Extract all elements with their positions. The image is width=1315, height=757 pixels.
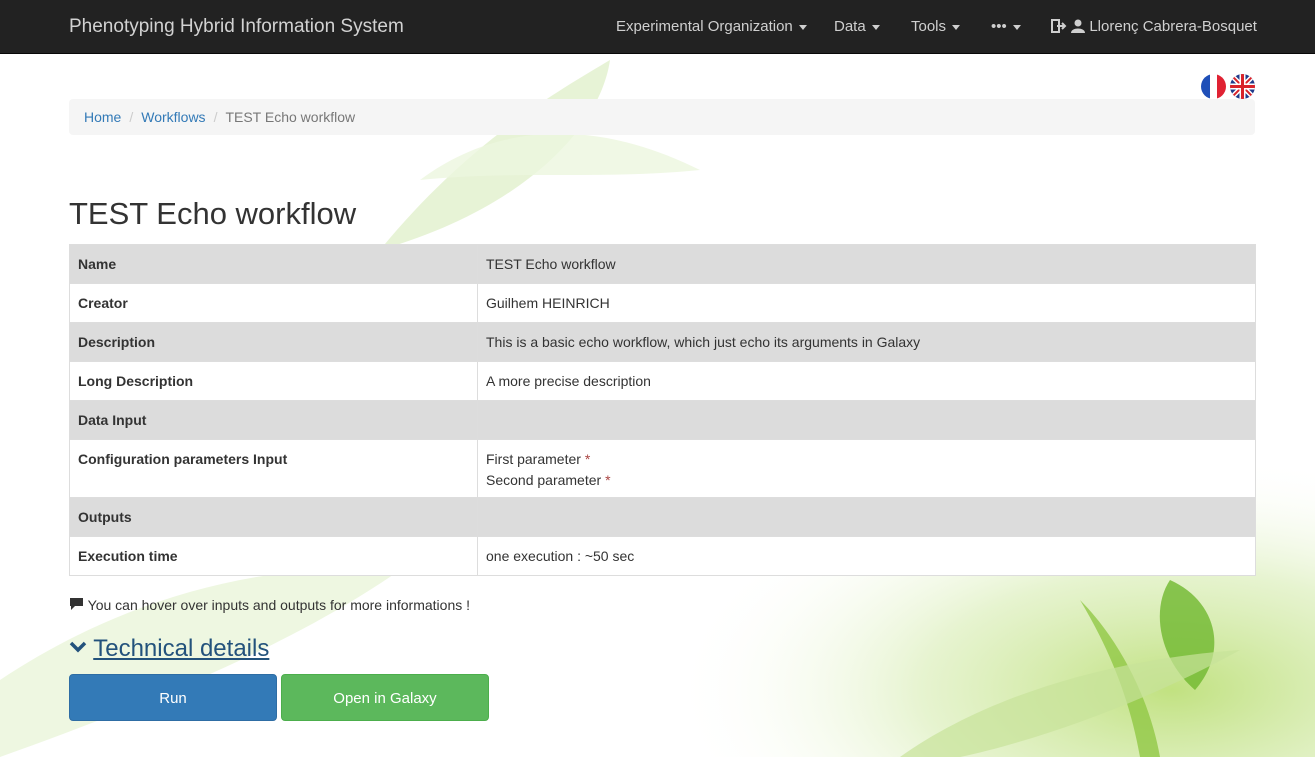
logout-icon <box>1051 19 1067 33</box>
caret-down-icon <box>798 24 807 30</box>
row-value-config-params: First parameter * Second parameter * <box>477 439 1256 498</box>
run-button[interactable]: Run <box>69 674 277 721</box>
row-label-config-params: Configuration parameters Input <box>69 439 478 498</box>
caret-down-icon <box>871 24 880 30</box>
row-label-long-description: Long Description <box>69 361 478 401</box>
row-label-name: Name <box>69 244 478 284</box>
row-value-data-input <box>477 400 1256 440</box>
table-row: Execution time one execution : ~50 sec <box>69 536 1256 576</box>
row-value-long-description: A more precise description <box>477 361 1256 401</box>
breadcrumb: Home / Workflows / TEST Echo workflow <box>69 99 1255 135</box>
nav-user-logout[interactable]: Llorenç Cabrera-Bosquet <box>1051 18 1257 35</box>
workflow-details-table: Name TEST Echo workflow Creator Guilhem … <box>69 244 1256 576</box>
table-row: Configuration parameters Input First par… <box>69 439 1256 498</box>
table-row: Creator Guilhem HEINRICH <box>69 283 1256 323</box>
table-row: Name TEST Echo workflow <box>69 244 1256 284</box>
table-row: Long Description A more precise descript… <box>69 361 1256 401</box>
chevron-down-icon <box>69 641 87 653</box>
comment-icon <box>70 598 83 610</box>
row-value-creator: Guilhem HEINRICH <box>477 283 1256 323</box>
config-param-first[interactable]: First parameter * <box>486 449 1247 470</box>
nav-tools[interactable]: Tools <box>911 18 961 35</box>
row-value-description: This is a basic echo workflow, which jus… <box>477 322 1256 362</box>
row-label-outputs: Outputs <box>69 497 478 537</box>
user-icon <box>1071 19 1086 33</box>
open-in-galaxy-button[interactable]: Open in Galaxy <box>281 674 489 721</box>
breadcrumb-home-link[interactable]: Home <box>84 109 121 125</box>
breadcrumb-workflows-link[interactable]: Workflows <box>141 109 205 125</box>
top-navbar: Phenotyping Hybrid Information System Ex… <box>0 0 1315 54</box>
caret-down-icon <box>1012 24 1021 30</box>
row-label-creator: Creator <box>69 283 478 323</box>
fr-flag-icon[interactable] <box>1201 74 1226 99</box>
config-param-second[interactable]: Second parameter * <box>486 470 1247 491</box>
required-asterisk: * <box>605 472 611 488</box>
table-row: Data Input <box>69 400 1256 440</box>
required-asterisk: * <box>584 451 591 467</box>
row-label-data-input: Data Input <box>69 400 478 440</box>
row-value-name: TEST Echo workflow <box>477 244 1256 284</box>
technical-details-toggle[interactable]: Technical details <box>69 635 269 663</box>
hover-hint: You can hover over inputs and outputs fo… <box>69 597 470 613</box>
uk-flag-icon[interactable] <box>1230 74 1255 99</box>
caret-down-icon <box>952 24 961 30</box>
nav-data[interactable]: Data <box>834 18 880 35</box>
nav-experimental-organization[interactable]: Experimental Organization <box>616 18 807 35</box>
row-value-execution-time: one execution : ~50 sec <box>477 536 1256 576</box>
table-row: Outputs <box>69 497 1256 537</box>
table-row: Description This is a basic echo workflo… <box>69 322 1256 362</box>
row-label-execution-time: Execution time <box>69 536 478 576</box>
breadcrumb-current: TEST Echo workflow <box>225 109 356 125</box>
nav-more-menu[interactable]: ••• <box>991 18 1021 35</box>
row-label-description: Description <box>69 322 478 362</box>
page-title: TEST Echo workflow <box>69 196 357 231</box>
brand-title[interactable]: Phenotyping Hybrid Information System <box>69 16 404 38</box>
row-value-outputs <box>477 497 1256 537</box>
